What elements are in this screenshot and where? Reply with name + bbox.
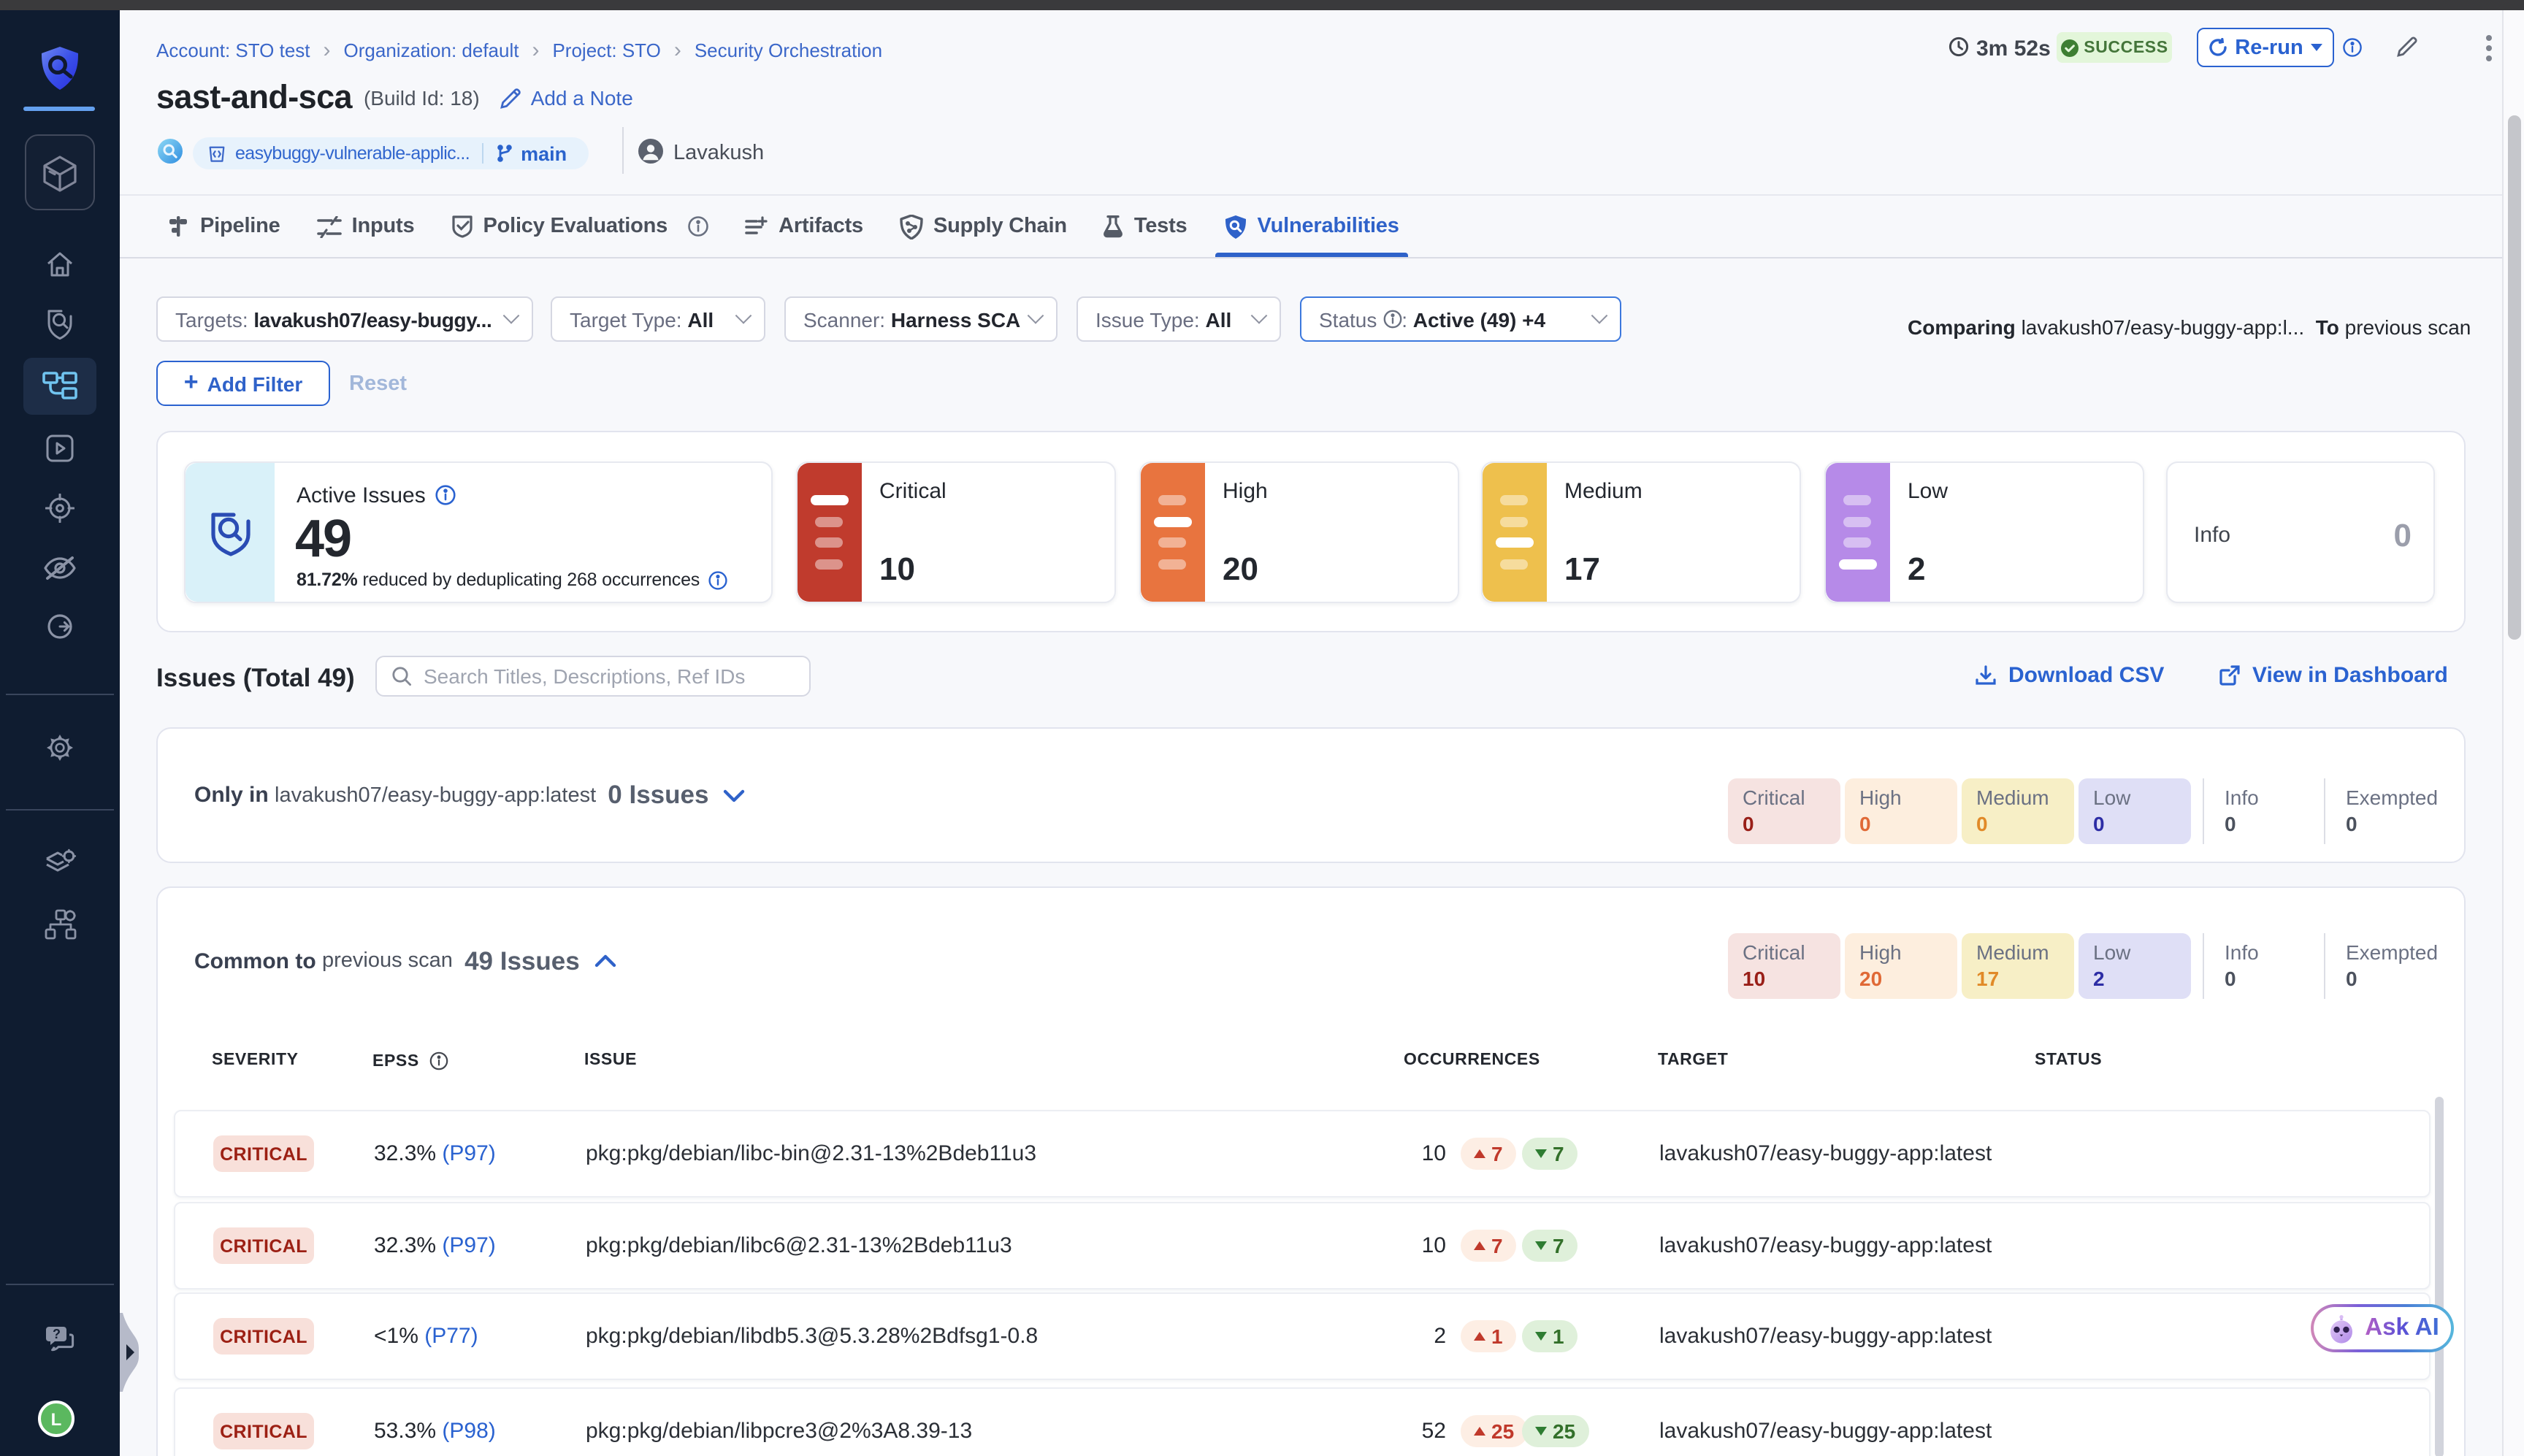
svg-text:?: ? (53, 1327, 61, 1341)
